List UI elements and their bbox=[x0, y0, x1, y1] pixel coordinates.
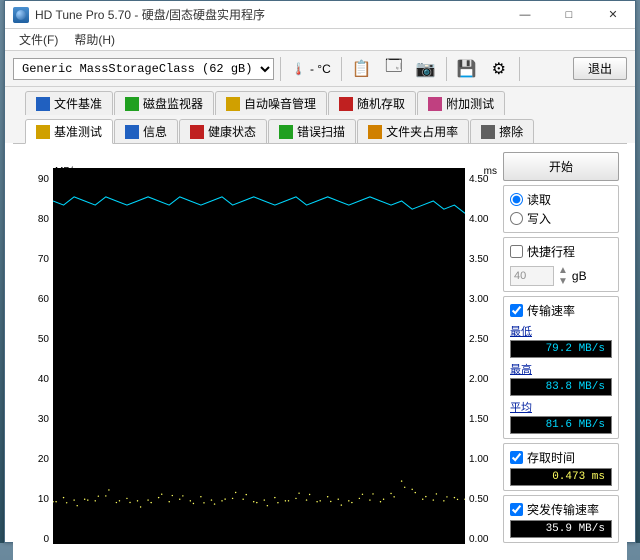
exit-button[interactable]: 退出 bbox=[573, 57, 627, 80]
tab-icon bbox=[368, 125, 382, 139]
tab-文件夹占用率[interactable]: 文件夹占用率 bbox=[357, 119, 469, 143]
transfer-rate-checkbox[interactable]: 传输速率 bbox=[510, 301, 612, 320]
y-left-tick: 20 bbox=[25, 454, 49, 465]
tab-panel-benchmark: MB/s ms 90807060504030201004.504.003.503… bbox=[13, 143, 627, 560]
menubar: 文件(F) 帮助(H) bbox=[5, 29, 635, 51]
y-left-tick: 30 bbox=[25, 414, 49, 425]
y-left-tick: 60 bbox=[25, 294, 49, 305]
tab-icon bbox=[279, 125, 293, 139]
y-right-tick: 4.50 bbox=[469, 174, 497, 185]
read-radio[interactable]: 读取 bbox=[510, 190, 612, 209]
tab-icon bbox=[226, 97, 240, 111]
tab-信息[interactable]: 信息 bbox=[114, 119, 178, 143]
close-button[interactable]: ✕ bbox=[591, 1, 635, 29]
tab-磁盘监视器[interactable]: 磁盘监视器 bbox=[114, 91, 214, 115]
benchmark-chart bbox=[53, 168, 465, 544]
tab-附加测试[interactable]: 附加测试 bbox=[417, 91, 505, 115]
screenshot-button[interactable]: 📷 bbox=[412, 56, 440, 82]
tab-错误扫描[interactable]: 错误扫描 bbox=[268, 119, 356, 143]
tab-自动噪音管理[interactable]: 自动噪音管理 bbox=[215, 91, 327, 115]
y-left-tick: 80 bbox=[25, 214, 49, 225]
short-stroke-value[interactable] bbox=[510, 266, 554, 286]
tab-文件基准[interactable]: 文件基准 bbox=[25, 91, 113, 115]
temperature-readout: 🌡️ - °С bbox=[287, 62, 335, 76]
avg-label: 平均 bbox=[510, 399, 612, 415]
window-icon: 🗔 bbox=[385, 55, 402, 82]
y-right-tick: 3.50 bbox=[469, 254, 497, 265]
chart-wrap: MB/s ms 90807060504030201004.504.003.503… bbox=[51, 166, 467, 544]
tab-健康状态[interactable]: 健康状态 bbox=[179, 119, 267, 143]
gear-icon: ⚙ bbox=[492, 59, 506, 79]
y-right-tick: 2.50 bbox=[469, 334, 497, 345]
tab-icon bbox=[339, 97, 353, 111]
tab-icon bbox=[36, 125, 50, 139]
y-right-tick: 3.00 bbox=[469, 294, 497, 305]
tabs-row-upper: 文件基准磁盘监视器自动噪音管理随机存取附加测试 bbox=[5, 87, 635, 115]
min-value: 79.2 MB/s bbox=[510, 340, 612, 358]
tab-icon bbox=[36, 97, 50, 111]
y-right-tick: 1.50 bbox=[469, 414, 497, 425]
start-button[interactable]: 开始 bbox=[503, 152, 619, 181]
drive-select[interactable]: Generic MassStorageClass (62 gB) bbox=[13, 58, 274, 80]
tab-icon bbox=[190, 125, 204, 139]
burst-rate-group: 突发传输速率 35.9 MB/s bbox=[503, 495, 619, 543]
toolbar: Generic MassStorageClass (62 gB) 🌡️ - °С… bbox=[5, 51, 635, 87]
y-left-tick: 50 bbox=[25, 334, 49, 345]
titlebar[interactable]: HD Tune Pro 5.70 - 硬盘/固态硬盘实用程序 — □ ✕ bbox=[5, 1, 635, 29]
access-time-checkbox[interactable]: 存取时间 bbox=[510, 448, 612, 467]
burst-rate-checkbox[interactable]: 突发传输速率 bbox=[510, 500, 612, 519]
thermometer-icon: 🌡️ bbox=[291, 62, 306, 76]
y-left-tick: 0 bbox=[25, 534, 49, 545]
y-left-tick: 40 bbox=[25, 374, 49, 385]
tabs-row-lower: 基准测试信息健康状态错误扫描文件夹占用率擦除 bbox=[5, 115, 635, 143]
camera-icon: 📷 bbox=[416, 59, 436, 79]
tab-icon bbox=[428, 97, 442, 111]
short-stroke-group: 快捷行程 ▲▼ gB bbox=[503, 237, 619, 292]
maximize-button[interactable]: □ bbox=[547, 1, 591, 29]
copy-info-button[interactable]: 📋 bbox=[348, 56, 376, 82]
menu-help[interactable]: 帮助(H) bbox=[66, 29, 123, 50]
burst-rate-value: 35.9 MB/s bbox=[510, 520, 612, 538]
save-button[interactable]: 💾 bbox=[453, 56, 481, 82]
mode-group: 读取 写入 bbox=[503, 185, 619, 233]
tab-icon bbox=[481, 125, 495, 139]
copy-icon: 📋 bbox=[352, 59, 372, 79]
y-right-tick: 1.00 bbox=[469, 454, 497, 465]
tab-随机存取[interactable]: 随机存取 bbox=[328, 91, 416, 115]
access-time-group: 存取时间 0.473 ms bbox=[503, 443, 619, 491]
tab-擦除[interactable]: 擦除 bbox=[470, 119, 534, 143]
min-label: 最低 bbox=[510, 323, 612, 339]
short-stroke-unit: gB bbox=[572, 269, 587, 283]
y-right-tick: 0.50 bbox=[469, 494, 497, 505]
y-right-tick: 2.00 bbox=[469, 374, 497, 385]
y-left-tick: 10 bbox=[25, 494, 49, 505]
avg-value: 81.6 MB/s bbox=[510, 416, 612, 434]
max-label: 最高 bbox=[510, 361, 612, 377]
app-icon bbox=[13, 7, 29, 23]
max-value: 83.8 MB/s bbox=[510, 378, 612, 396]
y-right-tick: 0.00 bbox=[469, 534, 497, 545]
save-icon: 💾 bbox=[457, 59, 477, 79]
screenshot-copy-button[interactable]: 🗔 bbox=[380, 56, 408, 82]
minimize-button[interactable]: — bbox=[503, 1, 547, 29]
tab-icon bbox=[125, 97, 139, 111]
app-window: HD Tune Pro 5.70 - 硬盘/固态硬盘实用程序 — □ ✕ 文件(… bbox=[4, 0, 636, 543]
y-left-tick: 70 bbox=[25, 254, 49, 265]
window-title: HD Tune Pro 5.70 - 硬盘/固态硬盘实用程序 bbox=[35, 6, 265, 23]
tab-icon bbox=[125, 125, 139, 139]
tab-基准测试[interactable]: 基准测试 bbox=[25, 119, 113, 144]
options-button[interactable]: ⚙ bbox=[485, 56, 513, 82]
side-panel: 开始 读取 写入 快捷行程 ▲▼ gB 传输速率 最低 79.2 MB/s 最高… bbox=[503, 152, 619, 552]
access-time-value: 0.473 ms bbox=[510, 468, 612, 486]
short-stroke-checkbox[interactable]: 快捷行程 bbox=[510, 242, 612, 261]
transfer-rate-group: 传输速率 最低 79.2 MB/s 最高 83.8 MB/s 平均 81.6 M… bbox=[503, 296, 619, 439]
menu-file[interactable]: 文件(F) bbox=[11, 29, 66, 50]
write-radio[interactable]: 写入 bbox=[510, 209, 612, 228]
y-left-tick: 90 bbox=[25, 174, 49, 185]
y-right-tick: 4.00 bbox=[469, 214, 497, 225]
